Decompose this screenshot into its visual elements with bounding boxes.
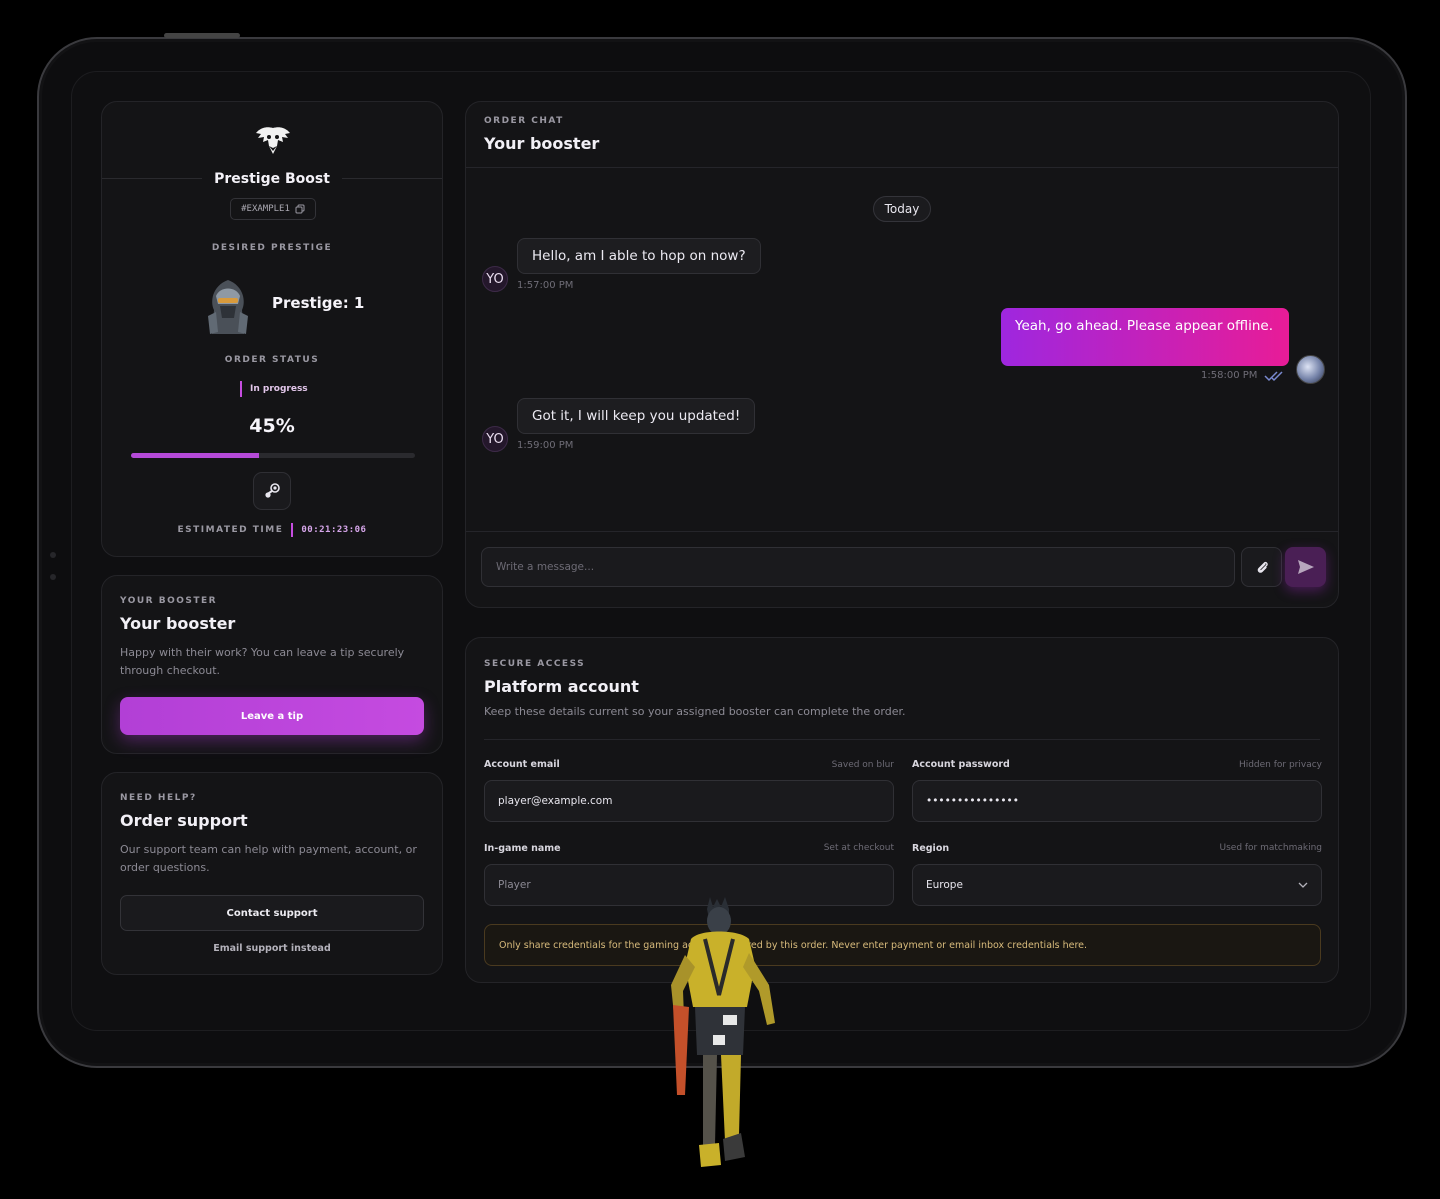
password-label: Account password: [912, 759, 1010, 770]
order-id-badge[interactable]: #EXAMPLE1: [230, 198, 316, 220]
region-select[interactable]: Europe: [912, 864, 1322, 906]
send-button[interactable]: [1285, 547, 1326, 587]
ign-label: In-game name: [484, 843, 561, 854]
account-description: Keep these details current so your assig…: [484, 705, 906, 718]
message-bubble: Hello, am I able to hop on now?: [517, 238, 761, 274]
booster-card: YOUR BOOSTER Your booster Happy with the…: [101, 575, 443, 754]
avatar: [1296, 355, 1325, 384]
message-time: 1:58:00 PM: [1201, 370, 1258, 381]
day-separator: Today: [873, 196, 931, 222]
booster-eyebrow: YOUR BOOSTER: [120, 596, 218, 606]
support-title: Order support: [120, 811, 248, 830]
steam-icon: [265, 483, 280, 498]
divider: [484, 739, 1320, 740]
progress-percent: 45%: [249, 415, 295, 437]
account-title: Platform account: [484, 677, 639, 696]
region-label: Region: [912, 843, 950, 854]
leave-tip-button[interactable]: Leave a tip: [120, 697, 424, 735]
estimated-time-label: ESTIMATED TIME: [177, 525, 284, 535]
estimated-time-value: 00:21:23:06: [301, 525, 367, 535]
avatar: YO: [482, 426, 508, 452]
brand-title: Prestige Boost: [102, 168, 442, 187]
booster-description: Happy with their work? You can leave a t…: [120, 646, 405, 677]
email-support-link[interactable]: Email support instead: [102, 943, 442, 954]
contact-support-button[interactable]: Contact support: [120, 895, 424, 931]
status-badge: In progress: [240, 381, 308, 397]
message-bubble: Got it, I will keep you updated!: [517, 398, 756, 434]
password-field[interactable]: •••••••••••••••: [912, 780, 1322, 822]
desired-prestige-label: DESIRED PRESTIGE: [211, 243, 333, 253]
message-time: 1:59:00 PM: [517, 440, 574, 451]
send-icon: [1297, 560, 1314, 574]
account-eyebrow: SECURE ACCESS: [484, 659, 586, 669]
separator: [291, 523, 294, 537]
region-value: Europe: [926, 879, 963, 891]
message-bubble-own: Yeah, go ahead. Please appear offline.: [1001, 308, 1289, 366]
prestige-emblem-icon: [208, 280, 248, 334]
support-card: NEED HELP? Order support Our support tea…: [101, 772, 443, 975]
email-field[interactable]: player@example.com: [484, 780, 894, 822]
side-sensor: [50, 574, 56, 580]
support-description: Our support team can help with payment, …: [120, 843, 417, 874]
chat-title: Your booster: [484, 134, 600, 153]
message-time: 1:57:00 PM: [517, 280, 574, 291]
read-receipt-icon: [1264, 371, 1283, 382]
platform-account-card: SECURE ACCESS Platform account Keep thes…: [465, 637, 1339, 983]
character-illustration: [671, 897, 775, 1167]
password-hint: Hidden for privacy: [1238, 760, 1322, 770]
brand-logo-icon: [256, 127, 290, 154]
chat-footer-divider: [466, 531, 1338, 532]
order-status-label: ORDER STATUS: [224, 355, 320, 365]
prestige-value: Prestige: 1: [272, 294, 365, 312]
attach-button[interactable]: [1241, 547, 1282, 587]
chat-eyebrow: ORDER CHAT: [484, 116, 564, 126]
estimated-time-row: ESTIMATED TIME 00:21:23:06: [102, 523, 442, 537]
steam-button[interactable]: [253, 472, 291, 510]
region-hint: Used for matchmaking: [1219, 843, 1323, 853]
avatar: YO: [482, 266, 508, 292]
order-chat-card: ORDER CHAT Your booster Today YO Hello, …: [465, 101, 1339, 608]
progress-bar-fill: [131, 453, 259, 458]
order-summary-card: Prestige Boost #EXAMPLE1 DESIRED PRESTIG…: [101, 101, 443, 557]
credentials-warning: Only share credentials for the gaming ac…: [484, 924, 1321, 966]
email-label: Account email: [484, 759, 560, 770]
ign-hint: Set at checkout: [823, 843, 894, 853]
paperclip-icon: [1257, 561, 1268, 573]
chevron-down-icon: [1298, 882, 1308, 888]
side-sensor: [50, 552, 56, 558]
progress-bar: [131, 453, 415, 458]
copy-icon[interactable]: [295, 204, 305, 214]
message-input[interactable]: [481, 547, 1235, 587]
support-eyebrow: NEED HELP?: [120, 793, 197, 803]
tablet-button: [164, 33, 240, 38]
order-id-text: #EXAMPLE1: [241, 204, 290, 214]
booster-title: Your booster: [120, 614, 236, 633]
email-hint: Saved on blur: [831, 760, 894, 770]
chat-header: ORDER CHAT Your booster: [466, 102, 1338, 168]
